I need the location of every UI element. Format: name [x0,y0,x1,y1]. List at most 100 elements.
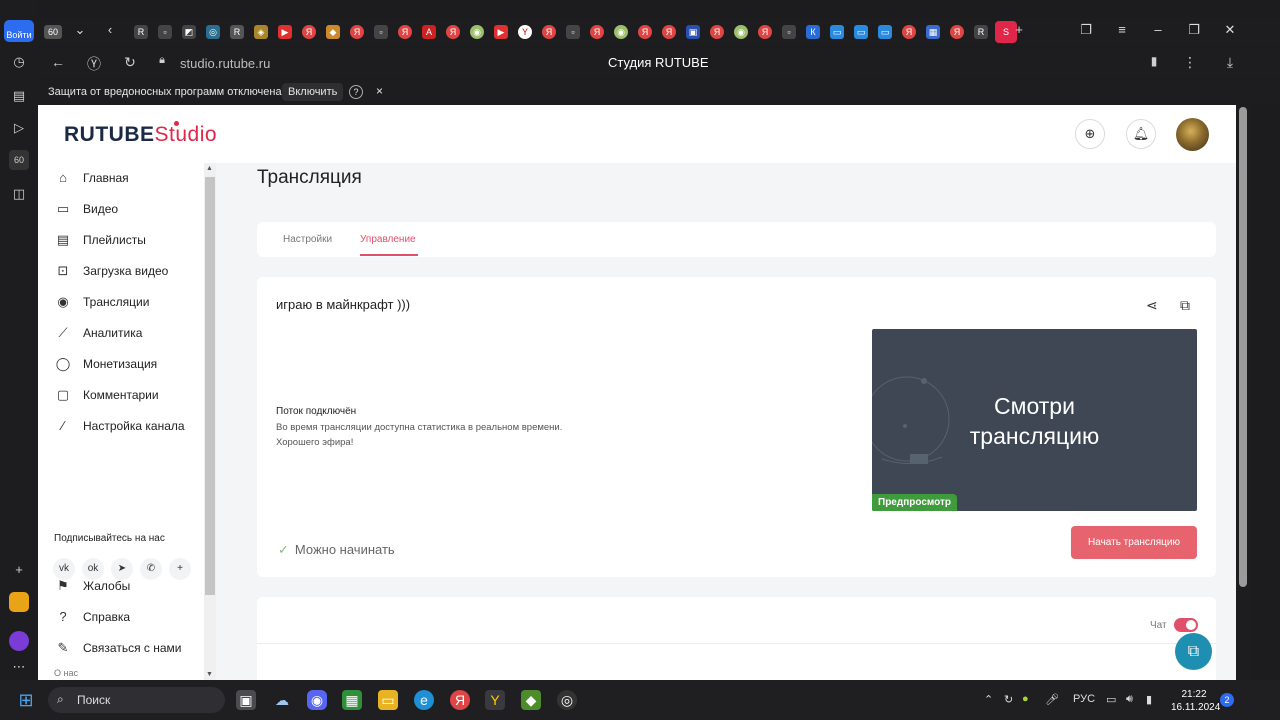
tab-favicon[interactable]: ▭ [830,25,844,39]
avatar[interactable] [1176,118,1209,151]
obs-icon[interactable]: ◎ [557,690,577,710]
windows-start-icon[interactable]: ⊞ [16,690,36,710]
tab-favicon[interactable]: Я [638,25,652,39]
scroll-up-icon[interactable]: ▲ [206,165,213,172]
tab-favicon[interactable]: ◈ [254,25,268,39]
volume-icon[interactable]: 🔊︎ [1126,693,1133,706]
close-window-icon[interactable]: ✕ [1220,22,1240,38]
tab-favicon[interactable]: К [806,25,820,39]
stream-preview[interactable]: Смотри трансляцию Предпросмотр [872,329,1197,511]
tab-favicon[interactable]: Я [902,25,916,39]
tab-favicon[interactable]: ◉ [470,25,484,39]
bell-icon[interactable]: 🔔︎ [1126,119,1156,149]
tab-60[interactable]: 60 [44,25,62,39]
tab-favicon[interactable]: Y [518,25,532,39]
tab-favicon[interactable]: Я [446,25,460,39]
edge-icon[interactable]: e [414,690,434,710]
alice-icon[interactable] [9,631,29,651]
tab-favicon[interactable]: Я [350,25,364,39]
tab-favicon[interactable]: R [134,25,148,39]
close-notice-icon[interactable]: × [376,84,383,98]
restore-icon[interactable]: ❐ [1184,22,1204,38]
play-icon[interactable]: ▷ [9,118,29,138]
tab-favicon[interactable]: Я [710,25,724,39]
tab-favicon[interactable]: Я [590,25,604,39]
tab-favicon[interactable]: ▫ [782,25,796,39]
task-view-icon[interactable]: ▣ [236,690,256,710]
tab-favicon[interactable]: ▶ [278,25,292,39]
tab-favicon[interactable]: Я [542,25,556,39]
tab-favicon[interactable]: ▫ [566,25,580,39]
more-vert-icon[interactable]: ⋮ [1180,54,1200,71]
support-chat-icon[interactable]: ⧉ [1175,633,1212,670]
tab-favicon[interactable]: Я [662,25,676,39]
tab-favicon[interactable]: Я [758,25,772,39]
tray-app-icon[interactable]: ● [1022,693,1029,705]
yandex-browser-icon[interactable]: Y [485,690,505,710]
tab-settings[interactable]: Настройки [283,234,332,245]
sidebar-item-complaints[interactable]: ⚑ Жалобы [54,576,204,596]
yandex-app-icon[interactable]: Я [450,690,470,710]
sidebar-item-channel-settings[interactable]: ⁄ Настройка канала [54,416,204,436]
tab-favicon[interactable]: Я [398,25,412,39]
chat-toggle[interactable] [1174,618,1198,632]
microphone-icon[interactable]: 🎤︎ [1045,693,1059,706]
start-stream-button[interactable]: Начать трансляцию [1071,526,1197,559]
minimize-icon[interactable]: – [1148,22,1168,37]
tab-favicon[interactable]: ▭ [854,25,868,39]
clock[interactable]: 21:22 16.11.2024 [1171,688,1220,714]
tab-manage[interactable]: Управление [360,234,416,245]
tab-favicon[interactable]: ◩ [182,25,196,39]
add-panel-icon[interactable]: + [9,560,29,580]
tab-favicon[interactable]: ▣ [686,25,700,39]
tab-favicon[interactable]: A [422,25,436,39]
bookmark-icon[interactable]: ▮ [1144,54,1164,68]
scroll-thumb[interactable] [1239,107,1247,587]
back-icon[interactable]: ← [48,54,68,70]
tab-manager-icon[interactable]: ❐ [1076,22,1096,38]
sidebar-scrollbar[interactable]: ▲ ▼ [204,163,216,680]
taskbar-search[interactable]: ⌕ Поиск [48,687,225,713]
external-link-icon[interactable]: ⧉ [1180,297,1190,314]
discord-icon[interactable]: ◉ [307,690,327,710]
about-link[interactable]: О нас [54,668,78,678]
sidebar-item-monetization[interactable]: ◯ Монетизация [54,354,204,374]
tab-favicon[interactable]: R [230,25,244,39]
tab-favicon[interactable]: ▫ [158,25,172,39]
tab-favicon[interactable]: Я [302,25,316,39]
sidebar-item-home[interactable]: ⌂ Главная [54,168,204,188]
tab-favicon[interactable]: ▫ [374,25,388,39]
sidebar-item-help[interactable]: ? Справка [54,607,204,627]
tab-back-icon[interactable]: ‹ [100,22,120,37]
menu-icon[interactable]: ≡ [1112,22,1132,37]
app-green-icon[interactable]: ▦ [342,690,362,710]
sidebar-item-contact[interactable]: ✎ Связаться с нами [54,638,204,658]
url-field[interactable]: studio.rutube.ru [180,56,270,71]
language-indicator[interactable]: РУС [1073,693,1095,705]
weather-icon[interactable]: ☁ [272,690,292,710]
tab-favicon[interactable]: R [974,25,988,39]
sidebar-item-comments[interactable]: ▢ Комментарии [54,385,204,405]
reload-icon[interactable]: ↻ [120,54,140,71]
minecraft-icon[interactable]: ◆ [521,690,541,710]
create-icon[interactable]: ⊕ [1075,119,1105,149]
tray-sync-icon[interactable]: ↻ [1004,693,1013,706]
notification-badge-icon[interactable]: 2 [1220,693,1234,707]
yandex-icon[interactable]: Ⓨ [84,54,104,74]
lock-icon[interactable]: 🔒︎ [152,54,172,67]
page-scrollbar[interactable] [1236,105,1250,680]
sidebar-item-broadcasts[interactable]: ◉ Трансляции [54,292,204,312]
history-icon[interactable]: ◷ [9,52,29,72]
mail-icon[interactable] [9,592,29,612]
app-60-icon[interactable]: 60 [9,150,29,170]
tab-favicon[interactable]: ◎ [206,25,220,39]
sidebar-item-playlists[interactable]: ▤ Плейлисты [54,230,204,250]
tab-favicon[interactable]: ◉ [614,25,628,39]
login-button[interactable]: Войти [4,20,34,42]
enable-protection-button[interactable]: Включить [282,83,344,101]
more-icon[interactable]: ⋯ [9,657,29,677]
sidebar-item-upload[interactable]: ⊡ Загрузка видео [54,261,204,281]
file-explorer-icon[interactable]: ▭ [378,690,398,710]
tab-favicon[interactable]: ◉ [734,25,748,39]
battery-icon[interactable]: ▮ [1146,693,1152,706]
